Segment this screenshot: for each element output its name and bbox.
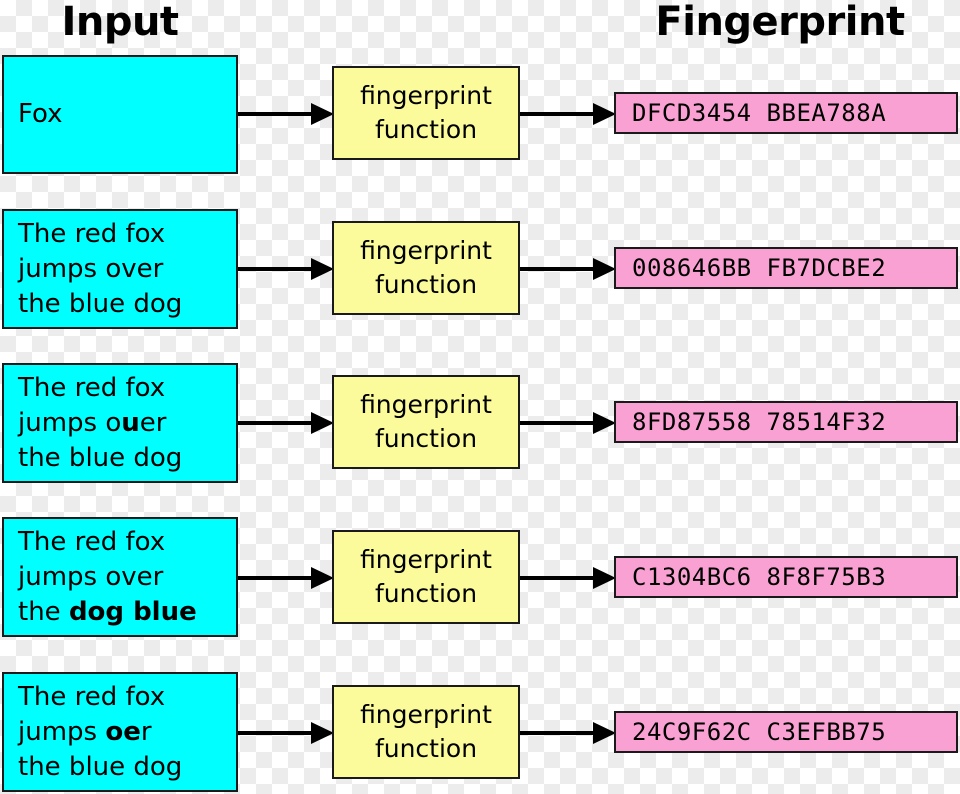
arrow-input-to-function xyxy=(238,258,334,280)
input-text-line: Fox xyxy=(18,97,230,132)
function-label-line2: function xyxy=(374,579,478,608)
input-text-segment: The red fox xyxy=(18,372,166,403)
function-label-line1: fingerprint xyxy=(360,390,492,419)
input-text-segment: The red fox xyxy=(18,681,166,712)
fingerprint-hash-box[interactable]: DFCD3454 BBEA788A xyxy=(614,92,958,134)
arrow-head xyxy=(593,103,616,125)
arrow-input-to-function xyxy=(238,567,334,589)
fingerprint-hash-box[interactable]: C1304BC6 8F8F75B3 xyxy=(614,556,958,598)
input-box[interactable]: The red fox jumps ouer the blue dog xyxy=(2,363,238,483)
arrow-head xyxy=(311,567,334,589)
input-text-segment: the blue dog xyxy=(18,442,183,473)
input-box[interactable]: Fox xyxy=(2,55,238,174)
fingerprint-hash-value: C1304BC6 8F8F75B3 xyxy=(632,563,887,591)
arrow-shaft xyxy=(520,576,594,580)
input-text-emphasis: oe xyxy=(105,716,141,747)
arrow-shaft xyxy=(238,731,312,735)
function-label-line1: fingerprint xyxy=(360,545,492,574)
input-text-line: The red fox xyxy=(18,680,230,715)
arrow-input-to-function xyxy=(238,103,334,125)
input-text-line: The red fox xyxy=(18,525,230,560)
input-text-segment: jumps over xyxy=(18,253,164,284)
fingerprint-hash-value: 8FD87558 78514F32 xyxy=(632,408,887,436)
input-text-segment: the xyxy=(18,596,69,627)
column-header-fingerprint: Fingerprint xyxy=(655,0,905,45)
fingerprint-diagram: Input Fingerprint Fox fingerprint function… xyxy=(0,0,960,794)
fingerprint-hash-value: 008646BB FB7DCBE2 xyxy=(632,254,887,282)
input-text-line: jumps ouer xyxy=(18,406,230,441)
input-text-emphasis: dog blue xyxy=(68,596,197,627)
arrow-head xyxy=(311,412,334,434)
arrow-shaft xyxy=(238,267,312,271)
arrow-shaft xyxy=(520,112,594,116)
input-box[interactable]: The red fox jumps over the dog blue xyxy=(2,517,238,637)
function-label-line2: function xyxy=(374,734,478,763)
input-text-segment: jumps over xyxy=(18,561,164,592)
input-text-segment: jumps o xyxy=(18,407,122,438)
function-label-line1: fingerprint xyxy=(360,236,492,265)
fingerprint-hash-value: 24C9F62C C3EFBB75 xyxy=(632,718,887,746)
arrow-function-to-fingerprint xyxy=(520,258,616,280)
arrow-head xyxy=(593,258,616,280)
fingerprint-function-box[interactable]: fingerprint function xyxy=(332,530,520,624)
arrow-head xyxy=(593,567,616,589)
input-box[interactable]: The red fox jumps oer the blue dog xyxy=(2,672,238,792)
arrow-shaft xyxy=(520,421,594,425)
input-text-line: jumps oer xyxy=(18,715,230,750)
arrow-shaft xyxy=(520,731,594,735)
fingerprint-hash-box[interactable]: 24C9F62C C3EFBB75 xyxy=(614,711,958,753)
input-text-segment: The red fox xyxy=(18,526,166,557)
fingerprint-function-box[interactable]: fingerprint function xyxy=(332,221,520,315)
arrow-shaft xyxy=(238,576,312,580)
function-label-line2: function xyxy=(374,424,478,453)
input-text-line: The red fox xyxy=(18,217,230,252)
arrow-head xyxy=(311,258,334,280)
input-text-segment: Fox xyxy=(18,99,63,129)
arrow-function-to-fingerprint xyxy=(520,412,616,434)
arrow-shaft xyxy=(238,112,312,116)
input-text-line: jumps over xyxy=(18,560,230,595)
arrow-head xyxy=(311,722,334,744)
input-text-line: the blue dog xyxy=(18,441,230,476)
arrow-head xyxy=(593,722,616,744)
input-text-segment: The red fox xyxy=(18,218,166,249)
function-label-line2: function xyxy=(374,270,478,299)
arrow-head xyxy=(593,412,616,434)
input-text-line: the blue dog xyxy=(18,287,230,322)
fingerprint-function-box[interactable]: fingerprint function xyxy=(332,685,520,779)
arrow-shaft xyxy=(520,267,594,271)
fingerprint-hash-box[interactable]: 8FD87558 78514F32 xyxy=(614,401,958,443)
fingerprint-hash-value: DFCD3454 BBEA788A xyxy=(632,99,887,127)
function-label-line1: fingerprint xyxy=(360,81,492,110)
input-text-line: The red fox xyxy=(18,371,230,406)
input-text-emphasis: u xyxy=(121,407,140,438)
arrow-input-to-function xyxy=(238,412,334,434)
input-text-line: the blue dog xyxy=(18,750,230,785)
input-text-segment: jumps xyxy=(18,716,106,747)
arrow-function-to-fingerprint xyxy=(520,722,616,744)
input-box[interactable]: The red fox jumps over the blue dog xyxy=(2,209,238,329)
arrow-function-to-fingerprint xyxy=(520,103,616,125)
function-label-line1: fingerprint xyxy=(360,700,492,729)
input-text-line: the dog blue xyxy=(18,595,230,630)
input-text-line: jumps over xyxy=(18,252,230,287)
input-text-segment: the blue dog xyxy=(18,288,183,319)
input-text-segment: er xyxy=(139,407,167,438)
column-header-input: Input xyxy=(61,0,179,45)
arrow-head xyxy=(311,103,334,125)
fingerprint-function-box[interactable]: fingerprint function xyxy=(332,66,520,160)
arrow-function-to-fingerprint xyxy=(520,567,616,589)
fingerprint-hash-box[interactable]: 008646BB FB7DCBE2 xyxy=(614,247,958,289)
input-text-segment: r xyxy=(140,716,152,747)
arrow-shaft xyxy=(238,421,312,425)
input-text-segment: the blue dog xyxy=(18,751,183,782)
function-label-line2: function xyxy=(374,115,478,144)
fingerprint-function-box[interactable]: fingerprint function xyxy=(332,375,520,469)
arrow-input-to-function xyxy=(238,722,334,744)
